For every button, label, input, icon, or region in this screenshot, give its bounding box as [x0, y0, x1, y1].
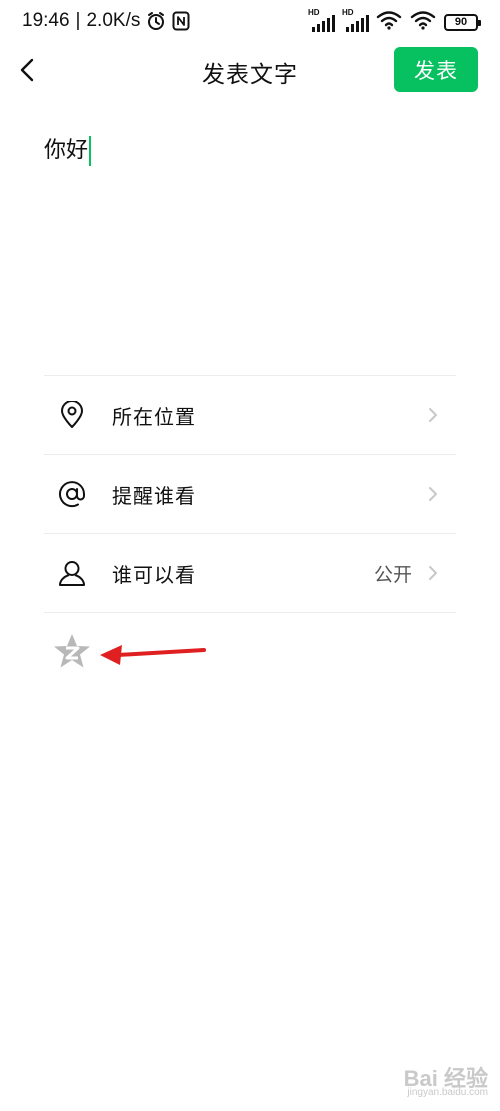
- option-location[interactable]: 所在位置: [44, 375, 456, 454]
- option-label: 所在位置: [112, 404, 196, 429]
- option-mention[interactable]: 提醒谁看: [44, 454, 456, 533]
- nfc-icon: [172, 11, 192, 31]
- battery-level: 90: [454, 16, 468, 28]
- compose-text: 你好: [44, 138, 89, 163]
- qzone-star-icon[interactable]: [52, 632, 92, 670]
- watermark-url: jingyan.baidu.com: [407, 1087, 488, 1098]
- location-pin-icon: [58, 401, 86, 429]
- status-time: 19:46: [22, 10, 70, 31]
- compose-moment-screen: 19:46 | 2.0K/s HD HD 90 发表文字 发表 你好 所在位置 …: [0, 0, 500, 1111]
- person-icon: [58, 559, 86, 587]
- wifi-icon: [410, 10, 436, 34]
- text-caret: [89, 136, 92, 166]
- network-speed: 2.0K/s: [86, 10, 141, 31]
- status-bar: 19:46 | 2.0K/s HD HD 90: [0, 0, 500, 44]
- signal-hd-icon: HD: [308, 8, 335, 32]
- chevron-right-icon: [429, 487, 437, 501]
- option-value: 公开: [373, 563, 412, 586]
- option-label: 提醒谁看: [112, 483, 196, 508]
- option-visibility[interactable]: 谁可以看 公开: [44, 533, 456, 613]
- status-separator: |: [75, 10, 81, 31]
- chevron-right-icon: [429, 566, 437, 580]
- compose-text-input[interactable]: 你好: [44, 133, 456, 353]
- status-right: HD HD 90: [308, 8, 481, 34]
- chevron-right-icon: [429, 408, 437, 422]
- options-list: 所在位置 提醒谁看 谁可以看 公开: [44, 375, 456, 613]
- header-bar: 发表文字 发表: [0, 44, 500, 100]
- watermark: Bai 经验 jingyan.baidu.com: [388, 1061, 488, 1098]
- option-label: 谁可以看: [112, 562, 196, 587]
- signal-hd-icon: HD: [342, 8, 369, 32]
- red-arrow-icon: [100, 645, 206, 665]
- wifi-icon: [376, 10, 402, 34]
- publish-button[interactable]: 发表: [394, 47, 478, 92]
- at-sign-icon: [58, 480, 86, 508]
- battery-indicator: 90: [444, 13, 481, 31]
- status-left: 19:46 | 2.0K/s: [22, 10, 192, 32]
- alarm-icon: [146, 11, 166, 31]
